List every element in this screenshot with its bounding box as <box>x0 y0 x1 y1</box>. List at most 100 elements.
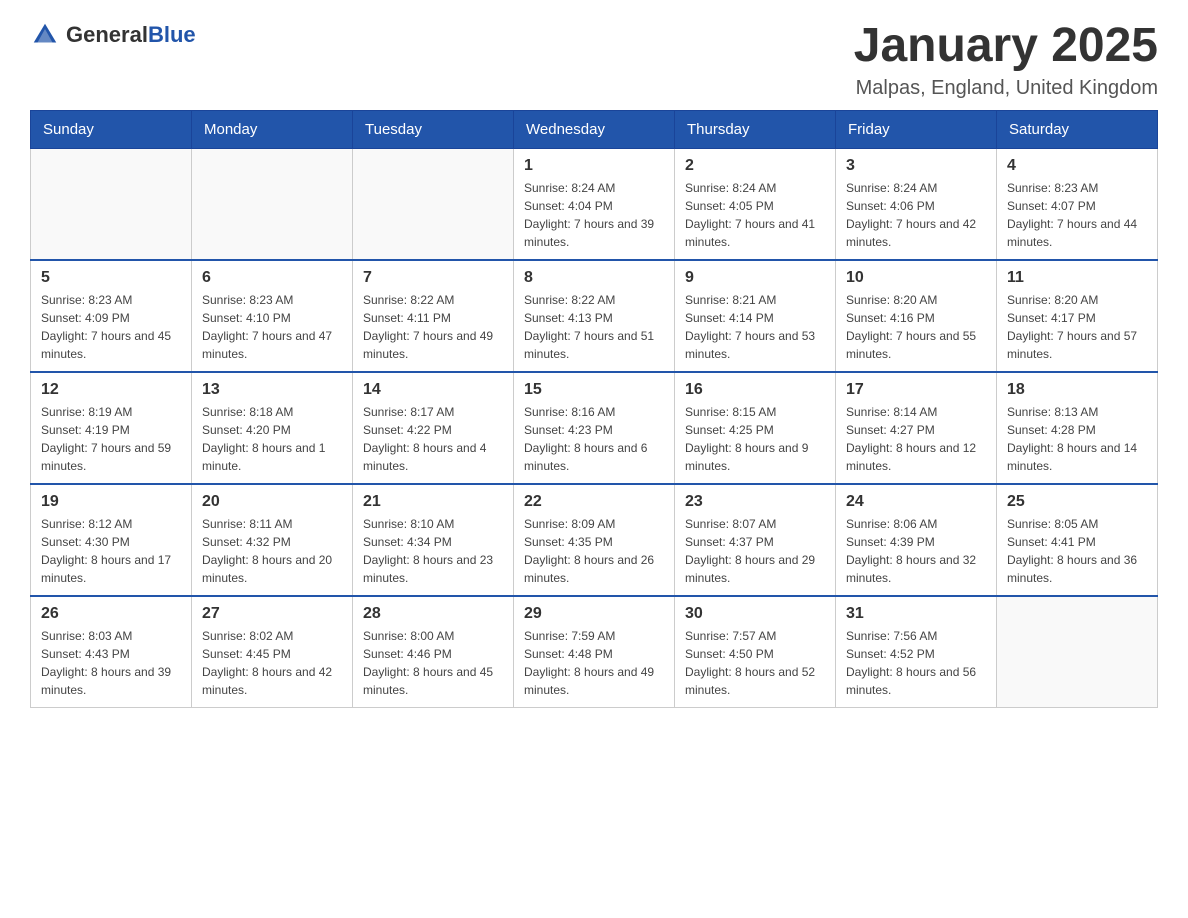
col-saturday: Saturday <box>997 110 1158 148</box>
day-number: 4 <box>1007 157 1147 175</box>
day-info: Sunrise: 8:22 AMSunset: 4:11 PMDaylight:… <box>363 291 503 363</box>
day-info: Sunrise: 8:06 AMSunset: 4:39 PMDaylight:… <box>846 515 986 587</box>
logo-blue: Blue <box>148 22 196 47</box>
day-info: Sunrise: 8:22 AMSunset: 4:13 PMDaylight:… <box>524 291 664 363</box>
calendar-cell: 3 Sunrise: 8:24 AMSunset: 4:06 PMDaylight… <box>836 148 997 260</box>
calendar-cell: 28 Sunrise: 8:00 AMSunset: 4:46 PMDayligh… <box>353 596 514 708</box>
day-info: Sunrise: 7:57 AMSunset: 4:50 PMDaylight:… <box>685 627 825 699</box>
day-number: 7 <box>363 269 503 287</box>
calendar-week-row: 19Sunrise: 8:12 AMSunset: 4:30 PMDayligh… <box>31 484 1158 596</box>
calendar-table: Sunday Monday Tuesday Wednesday Thursday… <box>30 110 1158 708</box>
day-number: 2 <box>685 157 825 175</box>
day-number: 31 <box>846 605 986 623</box>
day-number: 22 <box>524 493 664 511</box>
calendar-cell: 2 Sunrise: 8:24 AMSunset: 4:05 PMDaylight… <box>675 148 836 260</box>
calendar-cell: 8 Sunrise: 8:22 AMSunset: 4:13 PMDaylight… <box>514 260 675 372</box>
calendar-cell: 15 Sunrise: 8:16 AMSunset: 4:23 PMDayligh… <box>514 372 675 484</box>
day-number: 3 <box>846 157 986 175</box>
day-info: Sunrise: 8:19 AMSunset: 4:19 PMDaylight:… <box>41 403 181 475</box>
day-info: Sunrise: 8:24 AMSunset: 4:05 PMDaylight:… <box>685 179 825 251</box>
day-info: Sunrise: 7:59 AMSunset: 4:48 PMDaylight:… <box>524 627 664 699</box>
day-info: Sunrise: 8:17 AMSunset: 4:22 PMDaylight:… <box>363 403 503 475</box>
day-number: 18 <box>1007 381 1147 399</box>
calendar-cell: 6 Sunrise: 8:23 AMSunset: 4:10 PMDaylight… <box>192 260 353 372</box>
day-info: Sunrise: 8:10 AMSunset: 4:34 PMDaylight:… <box>363 515 503 587</box>
calendar-cell <box>353 148 514 260</box>
day-info: Sunrise: 8:09 AMSunset: 4:35 PMDaylight:… <box>524 515 664 587</box>
logo: GeneralBlue <box>30 20 196 50</box>
month-title: January 2025 <box>854 20 1158 73</box>
day-info: Sunrise: 8:21 AMSunset: 4:14 PMDaylight:… <box>685 291 825 363</box>
calendar-cell: 16Sunrise: 8:15 AMSunset: 4:25 PMDayligh… <box>675 372 836 484</box>
day-info: Sunrise: 8:05 AMSunset: 4:41 PMDaylight:… <box>1007 515 1147 587</box>
day-number: 17 <box>846 381 986 399</box>
day-number: 25 <box>1007 493 1147 511</box>
calendar-cell: 10Sunrise: 8:20 AMSunset: 4:16 PMDayligh… <box>836 260 997 372</box>
day-number: 13 <box>202 381 342 399</box>
calendar-cell: 9Sunrise: 8:21 AMSunset: 4:14 PMDaylight… <box>675 260 836 372</box>
day-number: 11 <box>1007 269 1147 287</box>
day-info: Sunrise: 8:13 AMSunset: 4:28 PMDaylight:… <box>1007 403 1147 475</box>
day-info: Sunrise: 8:20 AMSunset: 4:17 PMDaylight:… <box>1007 291 1147 363</box>
day-number: 27 <box>202 605 342 623</box>
calendar-cell: 18 Sunrise: 8:13 AMSunset: 4:28 PMDayligh… <box>997 372 1158 484</box>
day-info: Sunrise: 8:15 AMSunset: 4:25 PMDaylight:… <box>685 403 825 475</box>
col-thursday: Thursday <box>675 110 836 148</box>
page-header: GeneralBlue January 2025 Malpas, England… <box>30 20 1158 100</box>
day-number: 10 <box>846 269 986 287</box>
calendar-cell: 14 Sunrise: 8:17 AMSunset: 4:22 PMDayligh… <box>353 372 514 484</box>
calendar-cell: 17 Sunrise: 8:14 AMSunset: 4:27 PMDayligh… <box>836 372 997 484</box>
calendar-cell <box>31 148 192 260</box>
calendar-cell: 7 Sunrise: 8:22 AMSunset: 4:11 PMDaylight… <box>353 260 514 372</box>
calendar-cell: 27 Sunrise: 8:02 AMSunset: 4:45 PMDayligh… <box>192 596 353 708</box>
col-sunday: Sunday <box>31 110 192 148</box>
day-info: Sunrise: 8:02 AMSunset: 4:45 PMDaylight:… <box>202 627 342 699</box>
calendar-cell <box>192 148 353 260</box>
day-number: 6 <box>202 269 342 287</box>
col-wednesday: Wednesday <box>514 110 675 148</box>
calendar-week-row: 12 Sunrise: 8:19 AMSunset: 4:19 PMDayligh… <box>31 372 1158 484</box>
day-number: 8 <box>524 269 664 287</box>
day-info: Sunrise: 8:00 AMSunset: 4:46 PMDaylight:… <box>363 627 503 699</box>
day-info: Sunrise: 8:14 AMSunset: 4:27 PMDaylight:… <box>846 403 986 475</box>
calendar-cell: 20Sunrise: 8:11 AMSunset: 4:32 PMDayligh… <box>192 484 353 596</box>
day-number: 24 <box>846 493 986 511</box>
day-number: 26 <box>41 605 181 623</box>
col-tuesday: Tuesday <box>353 110 514 148</box>
day-number: 14 <box>363 381 503 399</box>
col-friday: Friday <box>836 110 997 148</box>
calendar-cell: 30Sunrise: 7:57 AMSunset: 4:50 PMDayligh… <box>675 596 836 708</box>
day-info: Sunrise: 8:16 AMSunset: 4:23 PMDaylight:… <box>524 403 664 475</box>
logo-icon <box>30 20 60 50</box>
logo-general: General <box>66 22 148 47</box>
day-number: 29 <box>524 605 664 623</box>
day-info: Sunrise: 8:23 AMSunset: 4:10 PMDaylight:… <box>202 291 342 363</box>
calendar-header-row: Sunday Monday Tuesday Wednesday Thursday… <box>31 110 1158 148</box>
calendar-cell: 26Sunrise: 8:03 AMSunset: 4:43 PMDayligh… <box>31 596 192 708</box>
calendar-cell: 23 Sunrise: 8:07 AMSunset: 4:37 PMDayligh… <box>675 484 836 596</box>
calendar-cell: 5 Sunrise: 8:23 AMSunset: 4:09 PMDaylight… <box>31 260 192 372</box>
day-info: Sunrise: 8:12 AMSunset: 4:30 PMDaylight:… <box>41 515 181 587</box>
calendar-cell: 29 Sunrise: 7:59 AMSunset: 4:48 PMDayligh… <box>514 596 675 708</box>
calendar-cell <box>997 596 1158 708</box>
calendar-cell: 4Sunrise: 8:23 AMSunset: 4:07 PMDaylight… <box>997 148 1158 260</box>
calendar-cell: 13Sunrise: 8:18 AMSunset: 4:20 PMDayligh… <box>192 372 353 484</box>
day-info: Sunrise: 7:56 AMSunset: 4:52 PMDaylight:… <box>846 627 986 699</box>
calendar-cell: 12 Sunrise: 8:19 AMSunset: 4:19 PMDayligh… <box>31 372 192 484</box>
day-number: 23 <box>685 493 825 511</box>
calendar-cell: 11 Sunrise: 8:20 AMSunset: 4:17 PMDayligh… <box>997 260 1158 372</box>
day-info: Sunrise: 8:24 AMSunset: 4:06 PMDaylight:… <box>846 179 986 251</box>
day-info: Sunrise: 8:07 AMSunset: 4:37 PMDaylight:… <box>685 515 825 587</box>
day-number: 15 <box>524 381 664 399</box>
location: Malpas, England, United Kingdom <box>854 77 1158 100</box>
day-number: 5 <box>41 269 181 287</box>
calendar-cell: 31 Sunrise: 7:56 AMSunset: 4:52 PMDayligh… <box>836 596 997 708</box>
day-number: 12 <box>41 381 181 399</box>
day-number: 28 <box>363 605 503 623</box>
calendar-cell: 24 Sunrise: 8:06 AMSunset: 4:39 PMDayligh… <box>836 484 997 596</box>
day-info: Sunrise: 8:23 AMSunset: 4:09 PMDaylight:… <box>41 291 181 363</box>
calendar-week-row: 1Sunrise: 8:24 AMSunset: 4:04 PMDaylight… <box>31 148 1158 260</box>
calendar-week-row: 26Sunrise: 8:03 AMSunset: 4:43 PMDayligh… <box>31 596 1158 708</box>
day-number: 21 <box>363 493 503 511</box>
calendar-week-row: 5 Sunrise: 8:23 AMSunset: 4:09 PMDaylight… <box>31 260 1158 372</box>
